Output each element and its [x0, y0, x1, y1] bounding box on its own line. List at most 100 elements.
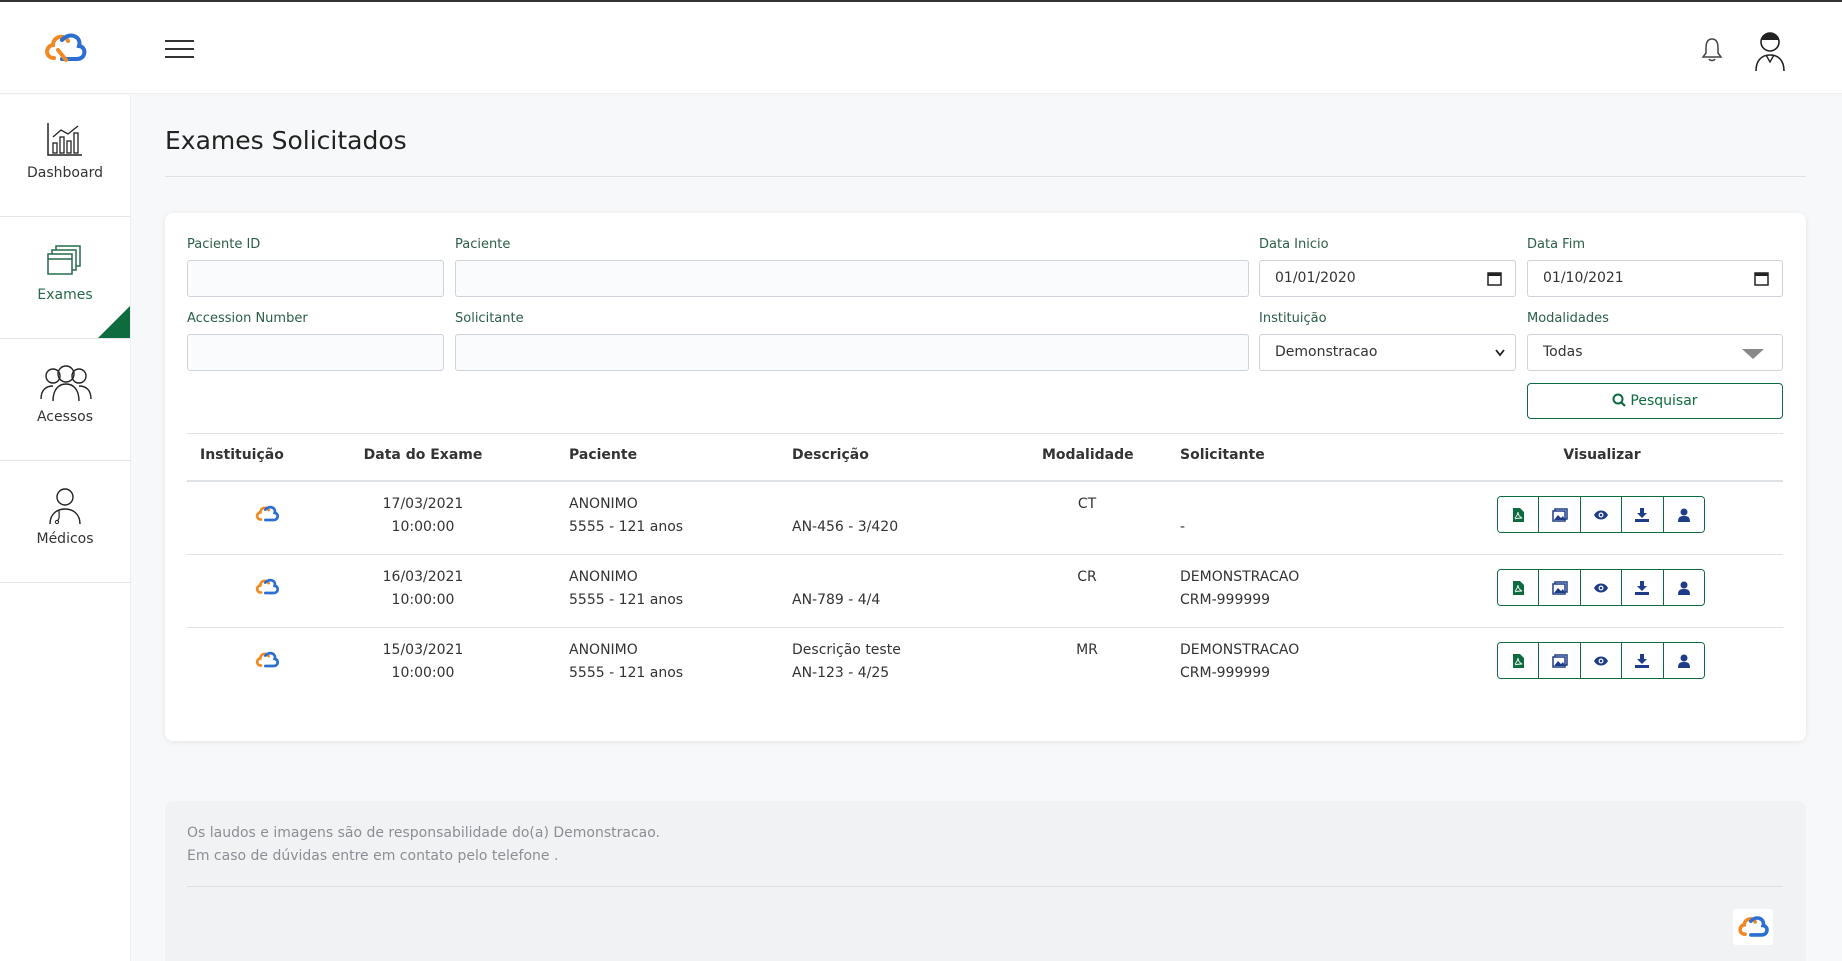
download-button[interactable]: [1622, 570, 1664, 605]
requester-crm: -: [1180, 519, 1186, 535]
cloud-logo-icon[interactable]: [40, 28, 90, 68]
footer-responsibility-text: Os laudos e imagens são de responsabilid…: [187, 825, 660, 841]
download-icon: [1635, 580, 1650, 595]
eye-icon: [1594, 656, 1609, 665]
search-button[interactable]: Pesquisar: [1527, 383, 1783, 419]
exam-time: 10:00:00: [391, 519, 455, 535]
instituicao-select[interactable]: Demonstracao: [1259, 334, 1516, 371]
instituicao-label: Instituição: [1259, 311, 1327, 326]
search-icon: [1612, 393, 1627, 407]
search-button-label: Pesquisar: [1630, 393, 1698, 409]
view-viewer-button[interactable]: [1580, 643, 1623, 678]
view-report-pdf-button[interactable]: [1498, 643, 1540, 678]
users-group-icon: [40, 365, 92, 402]
chevron-down-icon: [1495, 349, 1505, 357]
user-icon: [1677, 581, 1690, 595]
institution-logo-icon: [255, 578, 280, 595]
eye-icon: [1594, 583, 1609, 592]
requester-crm: CRM-999999: [1180, 592, 1271, 608]
view-images-button[interactable]: [1539, 570, 1581, 605]
instituicao-value: Demonstracao: [1275, 344, 1378, 360]
th-modalidade: Modalidade: [1042, 447, 1134, 463]
patient-info: 5555 - 121 anos: [569, 665, 684, 681]
exam-date: 17/03/2021: [382, 496, 464, 512]
description-text: [792, 566, 880, 589]
download-button[interactable]: [1622, 497, 1664, 532]
caret-down-icon: [1742, 349, 1764, 359]
data-fim-value: 01/10/2021: [1543, 270, 1624, 286]
description-text: [792, 493, 898, 516]
exam-time: 10:00:00: [391, 665, 455, 681]
row-actions: [1497, 642, 1705, 679]
patient-info-button[interactable]: [1663, 497, 1704, 532]
doctor-avatar-icon[interactable]: [1752, 28, 1788, 72]
view-viewer-button[interactable]: [1580, 570, 1623, 605]
footer-logo: [1733, 909, 1773, 945]
page-title: Exames Solicitados: [165, 126, 407, 155]
download-button[interactable]: [1622, 643, 1664, 678]
paciente-input[interactable]: [455, 260, 1249, 297]
exam-date: 16/03/2021: [382, 569, 464, 585]
divider: [165, 176, 1806, 177]
images-icon: [1551, 653, 1568, 668]
sidebar-item-medicos[interactable]: Médicos: [0, 461, 130, 583]
menu-toggle-button[interactable]: [165, 40, 194, 60]
modality: CT: [1077, 496, 1097, 512]
table-row: 17/03/2021 10:00:00 ANONIMO 5555 - 121 ano…: [187, 482, 1783, 555]
row-actions: [1497, 496, 1705, 533]
view-report-pdf-button[interactable]: [1498, 570, 1540, 605]
requester-name: DEMONSTRACAO: [1180, 642, 1300, 658]
exam-date: 15/03/2021: [382, 642, 464, 658]
patient-info: 5555 - 121 anos: [569, 592, 684, 608]
pdf-icon: [1513, 507, 1525, 522]
patient-info-button[interactable]: [1663, 570, 1704, 605]
th-descricao: Descrição: [792, 447, 869, 463]
accession-text: AN-456 - 3/420: [792, 519, 899, 535]
calendar-icon[interactable]: [1487, 271, 1502, 286]
patient-info-button[interactable]: [1663, 643, 1704, 678]
user-icon: [1677, 508, 1690, 522]
th-paciente: Paciente: [569, 447, 638, 463]
download-icon: [1635, 507, 1650, 522]
modality: MR: [1076, 642, 1098, 658]
pdf-icon: [1513, 580, 1525, 595]
accession-input[interactable]: [187, 334, 444, 371]
th-data: Data do Exame: [363, 447, 483, 463]
accession-text: AN-789 - 4/4: [792, 592, 881, 608]
table-header: Instituição Data do Exame Paciente Descr…: [187, 433, 1783, 482]
view-images-button[interactable]: [1539, 643, 1581, 678]
view-images-button[interactable]: [1539, 497, 1581, 532]
solicitante-input[interactable]: [455, 334, 1249, 371]
institution-logo-icon: [255, 505, 280, 522]
images-icon: [1551, 507, 1568, 522]
active-indicator: [98, 306, 130, 338]
paciente-id-input[interactable]: [187, 260, 444, 297]
chart-icon: [47, 123, 82, 156]
footer: Os laudos e imagens são de responsabilid…: [165, 801, 1806, 961]
exam-time: 10:00:00: [391, 592, 455, 608]
exams-card: Paciente ID Paciente Data Inicio Data Fi…: [165, 213, 1806, 741]
sidebar-item-acessos[interactable]: Acessos: [0, 339, 130, 461]
calendar-icon[interactable]: [1754, 271, 1769, 286]
row-actions: [1497, 569, 1705, 606]
data-inicio-input[interactable]: 01/01/2020: [1259, 260, 1516, 297]
th-visualizar: Visualizar: [1563, 447, 1641, 463]
modalidades-select[interactable]: Todas: [1527, 334, 1783, 371]
patient-info: 5555 - 121 anos: [569, 519, 684, 535]
data-inicio-value: 01/01/2020: [1275, 270, 1356, 286]
view-viewer-button[interactable]: [1580, 497, 1623, 532]
patient-name: ANONIMO: [569, 642, 638, 658]
stacked-cards-icon: [47, 245, 81, 275]
cloud-logo-icon: [1738, 916, 1769, 937]
requester-crm: CRM-999999: [1180, 665, 1271, 681]
institution-logo-icon: [255, 651, 280, 668]
sidebar-item-label: Acessos: [36, 409, 94, 425]
view-report-pdf-button[interactable]: [1498, 497, 1540, 532]
th-instituicao: Instituição: [200, 447, 284, 463]
pdf-icon: [1513, 653, 1525, 668]
sidebar-item-exames[interactable]: Exames: [0, 217, 130, 339]
sidebar-item-dashboard[interactable]: Dashboard: [0, 95, 130, 217]
bell-icon[interactable]: [1701, 36, 1723, 62]
data-fim-input[interactable]: 01/10/2021: [1527, 260, 1783, 297]
patient-name: ANONIMO: [569, 569, 638, 585]
